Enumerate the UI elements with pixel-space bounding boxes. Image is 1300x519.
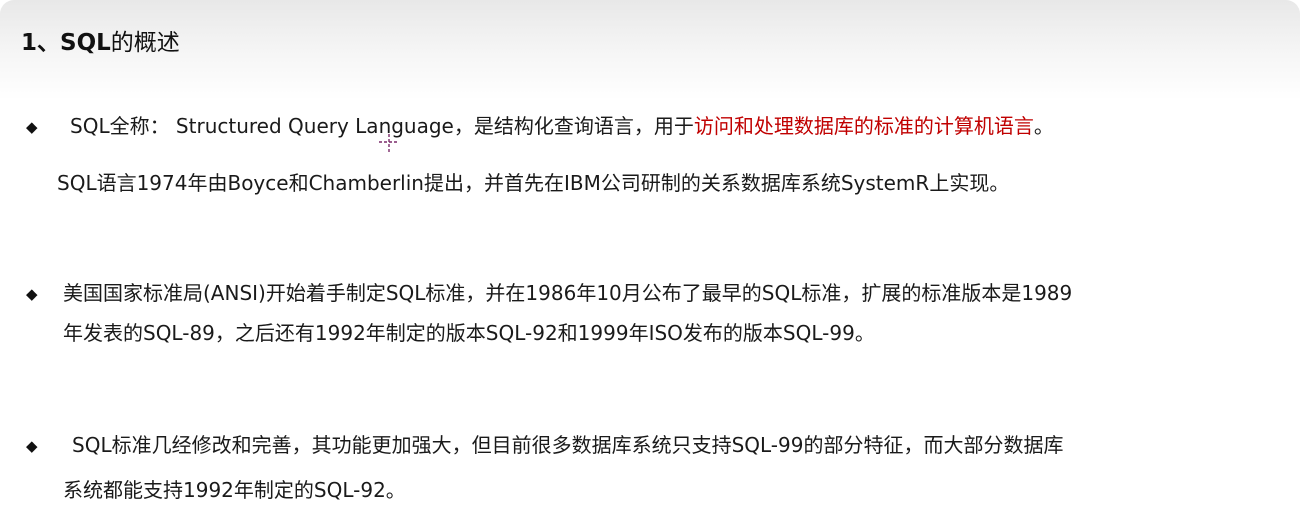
text-cursor-icon: [379, 134, 399, 152]
slide: 1、SQL的概述 ◆ SQL全称： Structured Query Langu…: [0, 0, 1300, 519]
paragraph-ansi-line1: 美国国家标准局(ANSI)开始着手制定SQL标准，并在1986年10月公布了最早…: [63, 281, 1073, 305]
paragraph-standard-line2: 系统都能支持1992年制定的SQL-92。: [63, 478, 406, 502]
bullet-diamond-icon: ◆: [26, 118, 38, 136]
paragraph-sql-history: SQL语言1974年由Boyce和Chamberlin提出，并首先在IBM公司研…: [57, 171, 1010, 195]
title-sql: SQL: [60, 30, 111, 56]
title-text: 的概述: [110, 30, 180, 56]
paragraph-sql-definition: SQL全称： Structured Query Language，是结构化查询语…: [70, 112, 1054, 140]
definition-highlight: 访问和处理数据库的标准的计算机语言: [693, 114, 1034, 138]
header-band: [0, 0, 1300, 100]
paragraph-standard-line1: SQL标准几经修改和完善，其功能更加强大，但目前很多数据库系统只支持SQL-99…: [72, 433, 1064, 457]
page-title: 1、SQL的概述: [21, 27, 180, 59]
title-number: 1、: [21, 30, 61, 56]
bullet-diamond-icon: ◆: [26, 437, 38, 455]
bullet-diamond-icon: ◆: [26, 285, 38, 303]
paragraph-ansi-line2: 年发表的SQL-89，之后还有1992年制定的版本SQL-92和1999年ISO…: [63, 321, 875, 345]
definition-tail: 。: [1033, 114, 1054, 138]
